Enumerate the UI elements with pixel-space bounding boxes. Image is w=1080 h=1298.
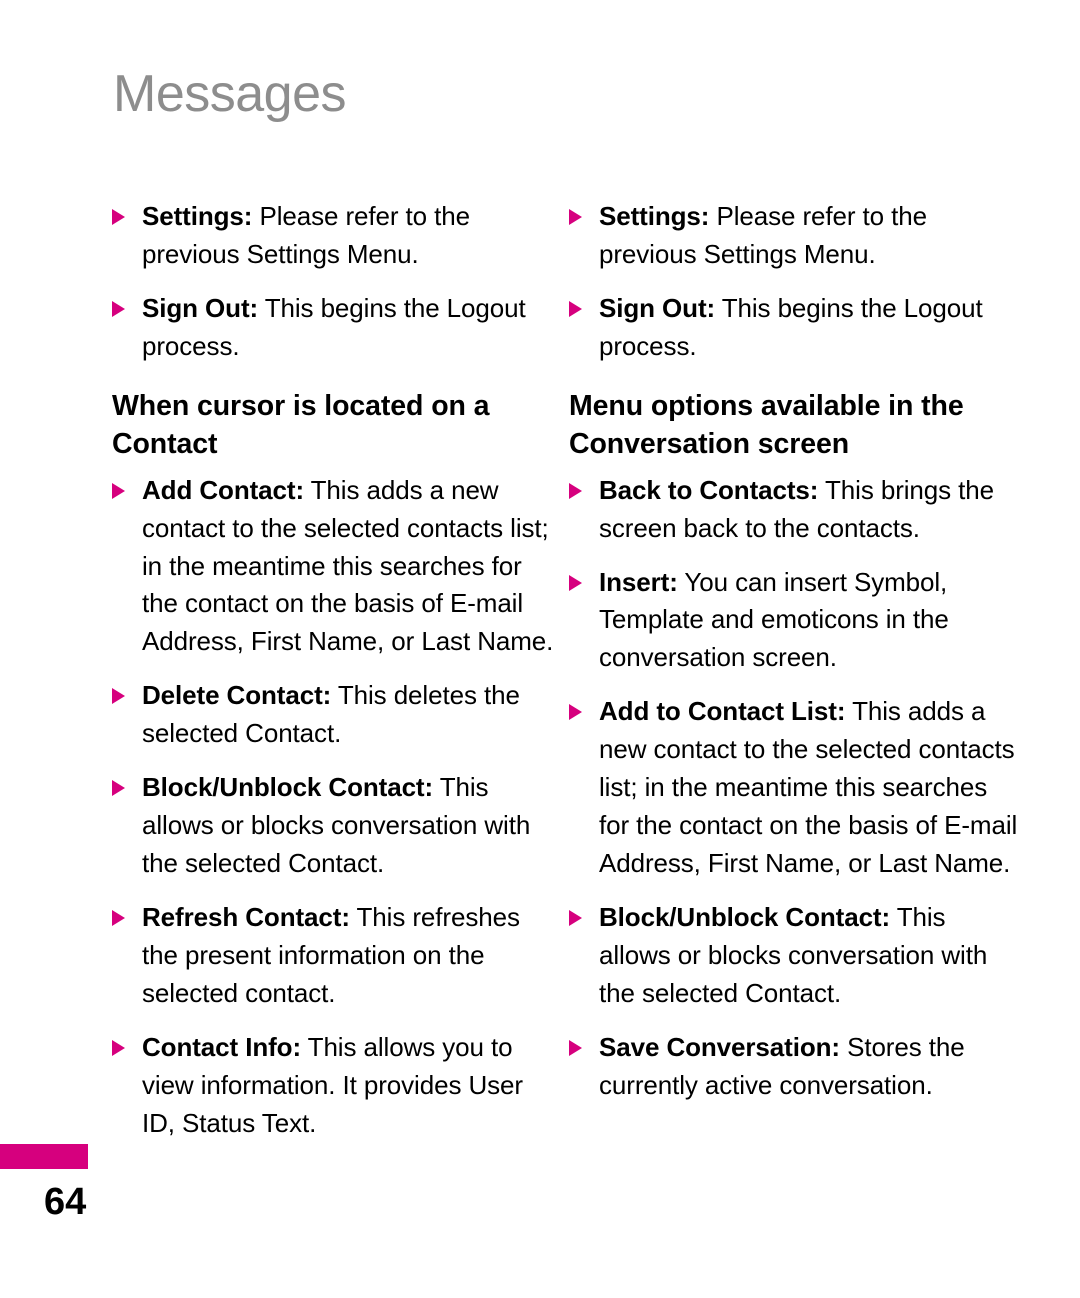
right-section-bullet-list: Back to Contacts: This brings the screen…	[569, 472, 1019, 1105]
bullet-term: Add Contact:	[142, 474, 304, 505]
list-item: Add to Contact List: This adds a new con…	[569, 693, 1019, 883]
footer-accent-bar	[0, 1144, 88, 1169]
bullet-term: Settings:	[599, 201, 710, 231]
triangle-right-icon	[569, 300, 582, 317]
triangle-right-icon	[112, 688, 125, 705]
list-item: Block/Unblock Contact: This allows or bl…	[569, 899, 1019, 1013]
triangle-right-icon	[569, 482, 582, 499]
triangle-right-icon	[112, 910, 125, 927]
bullet-term: Contact Info:	[142, 1031, 302, 1062]
bullet-term: Sign Out:	[142, 292, 259, 323]
list-item: Insert: You can insert Symbol, Template …	[569, 564, 1019, 678]
triangle-right-icon	[112, 780, 125, 797]
list-item: Sign Out: This begins the Logout process…	[569, 290, 1019, 366]
triangle-right-icon	[112, 300, 125, 317]
section-heading-contact: When cursor is located on a Contact	[112, 389, 490, 460]
bullet-term: Settings:	[142, 201, 253, 231]
triangle-right-icon	[112, 1039, 125, 1056]
triangle-right-icon	[112, 482, 125, 499]
left-section-bullet-list: Add Contact: This adds a new contact to …	[112, 472, 562, 1143]
left-intro-bullet-list: Settings: Please refer to the previous S…	[112, 198, 562, 366]
list-item: Block/Unblock Contact: This allows or bl…	[112, 769, 562, 883]
bullet-term: Save Conversation:	[599, 1031, 840, 1062]
right-intro-bullet-list: Settings: Please refer to the previous S…	[569, 198, 1019, 366]
list-item: Save Conversation: Stores the currently …	[569, 1029, 1019, 1105]
triangle-right-icon	[569, 574, 582, 591]
triangle-right-icon	[569, 1039, 582, 1056]
manual-page: Messages Settings: Please refer to the p…	[0, 0, 1080, 1298]
list-item: Add Contact: This adds a new contact to …	[112, 472, 562, 662]
list-item: Refresh Contact: This refreshes the pres…	[112, 899, 562, 1013]
triangle-right-icon	[569, 704, 582, 721]
page-number: 64	[44, 1181, 87, 1223]
two-column-body: Settings: Please refer to the previous S…	[0, 198, 1080, 1143]
list-item: Sign Out: This begins the Logout process…	[112, 290, 562, 366]
triangle-right-icon	[569, 910, 582, 927]
page-title: Messages	[113, 65, 347, 123]
list-item: Settings: Please refer to the previous S…	[569, 198, 1019, 274]
bullet-term: Block/Unblock Contact:	[142, 772, 434, 803]
bullet-term: Sign Out:	[599, 292, 716, 323]
bullet-term: Block/Unblock Contact:	[599, 902, 891, 933]
left-column: Settings: Please refer to the previous S…	[112, 198, 562, 1143]
triangle-right-icon	[112, 209, 125, 225]
list-item: Settings: Please refer to the previous S…	[112, 198, 562, 274]
bullet-term: Insert:	[599, 566, 678, 597]
list-item: Back to Contacts: This brings the screen…	[569, 472, 1019, 548]
list-item: Delete Contact: This deletes the selecte…	[112, 677, 562, 753]
triangle-right-icon	[569, 209, 582, 225]
bullet-term: Add to Contact List:	[599, 696, 846, 727]
section-heading-conversation: Menu options available in the Conversati…	[569, 389, 964, 460]
bullet-term: Back to Contacts:	[599, 474, 819, 505]
bullet-term: Delete Contact:	[142, 680, 332, 711]
list-item: Contact Info: This allows you to view in…	[112, 1029, 562, 1143]
right-column: Settings: Please refer to the previous S…	[569, 198, 1019, 1143]
bullet-term: Refresh Contact:	[142, 902, 350, 933]
